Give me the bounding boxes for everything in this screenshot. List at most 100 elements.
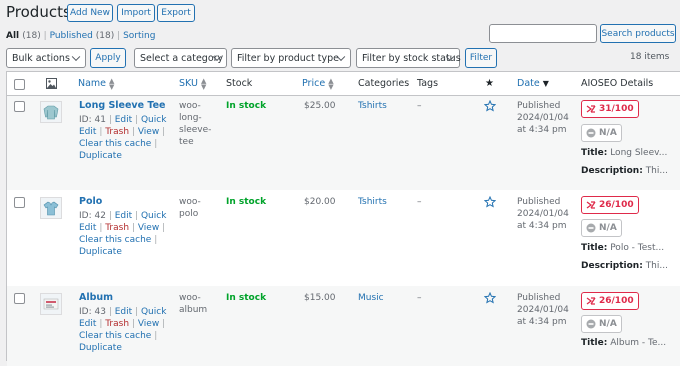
na-badge[interactable]: N/A [581,315,622,333]
stock-status: In stock [226,293,267,303]
edit-link[interactable]: Edit [115,307,132,317]
product-thumbnail[interactable] [40,293,62,315]
seo-score-badge[interactable]: 26/100 [581,196,639,214]
long-sleeve-tee-icon [43,105,59,120]
edit-link[interactable]: Edit [115,211,132,221]
clear-cache-link[interactable]: Clear this cache [79,235,151,245]
chevron-down-icon [71,52,81,62]
featured-star-icon[interactable] [483,195,497,211]
export-button[interactable]: Export [157,4,195,22]
tags: – [417,197,422,207]
column-stock: Stock [226,78,253,89]
bulk-actions-select[interactable]: Bulk actions [6,48,86,68]
view-link[interactable]: View [138,223,159,233]
view-published[interactable]: Published (18) [50,31,115,41]
product-type-select[interactable]: Filter by product type [231,48,351,68]
filter-button[interactable]: Filter [465,48,497,68]
apply-button[interactable]: Apply [90,48,126,68]
trash-link[interactable]: Trash [105,223,129,233]
table-row: Album ID: 43 | Edit | Quick Edit | Trash… [7,286,680,366]
date-cell: Published 2024/01/04 at 4:34 pm [517,101,569,135]
product-name-cell: Long Sleeve Tee ID: 41 | Edit | Quick Ed… [79,100,167,161]
trash-link[interactable]: Trash [105,127,129,137]
table-row: Polo ID: 42 | Edit | Quick Edit | Trash … [7,190,680,286]
category-link[interactable]: Music [358,292,384,304]
price: $15.00 [304,293,336,303]
seo-description: Description: Thi... [581,261,668,271]
row-checkbox[interactable] [14,197,25,208]
product-name-link[interactable]: Polo [79,196,102,207]
seo-score-icon [586,201,596,209]
polo-shirt-icon [43,201,59,216]
product-thumbnail[interactable] [40,197,62,219]
product-name-cell: Polo ID: 42 | Edit | Quick Edit | Trash … [79,196,167,257]
featured-star-icon[interactable] [483,291,497,307]
album-icon [43,298,59,310]
duplicate-link[interactable]: Duplicate [79,247,122,257]
row-checkbox[interactable] [14,101,25,112]
clear-cache-link[interactable]: Clear this cache [79,139,151,149]
clear-cache-link[interactable]: Clear this cache [79,331,151,341]
na-status-icon [586,128,596,138]
category-link[interactable]: Tshirts [358,196,387,208]
sku-cell: woo-album [179,293,208,315]
tags: – [417,293,422,303]
seo-title: Title: Polo - Test... [581,243,665,253]
date-cell: Published 2024/01/04 at 4:34 pm [517,293,569,327]
product-thumbnail[interactable] [40,101,62,123]
price: $25.00 [304,101,336,111]
na-badge[interactable]: N/A [581,219,622,237]
na-status-icon [586,319,596,329]
row-checkbox[interactable] [14,293,25,304]
column-categories: Categories [358,78,410,89]
import-button[interactable]: Import [117,4,155,22]
seo-title: Title: Album - Te... [581,338,667,348]
seo-score-badge[interactable]: 26/100 [581,292,639,310]
column-date[interactable]: Date ▼ [517,72,549,95]
seo-description: Description: Thi... [581,166,668,176]
na-badge[interactable]: N/A [581,124,622,142]
stock-status-select[interactable]: Filter by stock status [356,48,461,68]
sort-icon: ▲ ▼ [109,76,115,91]
search-products-button[interactable]: Search products [600,24,676,43]
view-sorting[interactable]: Sorting [123,31,155,41]
price: $20.00 [304,197,336,207]
tags: – [417,101,422,111]
seo-title: Title: Long Sleev... [581,148,668,158]
featured-star-icon[interactable] [483,99,497,115]
view-link[interactable]: View [138,319,159,329]
views-subsubsub: All (18) | Published (18) | Sorting [6,31,156,41]
seo-score-icon [586,105,596,113]
column-aioseo: AIOSEO Details [581,78,654,89]
product-name-cell: Album ID: 43 | Edit | Quick Edit | Trash… [79,292,167,353]
view-link[interactable]: View [138,127,159,137]
product-name-link[interactable]: Album [79,292,113,303]
select-all-checkbox[interactable] [14,79,25,90]
na-status-icon [586,223,596,233]
featured-star-icon[interactable]: ★ [485,72,494,95]
add-new-button[interactable]: Add New [67,4,113,22]
sort-icon: ▲ ▼ [200,76,207,91]
page-title: Products [6,3,71,21]
column-sku[interactable]: SKU ▲ ▼ [179,72,206,95]
view-all[interactable]: All (18) [6,31,41,41]
image-column-icon [46,78,57,92]
stock-status: In stock [226,101,267,111]
items-count: 18 items [630,52,670,62]
date-cell: Published 2024/01/04 at 4:34 pm [517,197,569,231]
trash-link[interactable]: Trash [105,319,129,329]
seo-score-badge[interactable]: 31/100 [581,100,639,118]
search-input[interactable] [489,24,597,43]
sku-cell: woo-polo [179,197,201,219]
column-price[interactable]: Price ▲ ▼ [302,72,334,95]
category-select[interactable]: Select a category [134,48,227,68]
column-name[interactable]: Name ▲ ▼ [78,72,114,95]
duplicate-link[interactable]: Duplicate [79,151,122,161]
sku-cell: woo-long-sleeve-tee [179,101,212,147]
product-name-link[interactable]: Long Sleeve Tee [79,100,165,111]
stock-status: In stock [226,197,267,207]
duplicate-link[interactable]: Duplicate [79,343,122,353]
products-table: Name ▲ ▼ SKU ▲ ▼ Stock Price ▲ ▼ Categories Ta… [6,71,680,366]
category-link[interactable]: Tshirts [358,100,387,112]
edit-link[interactable]: Edit [115,115,132,125]
